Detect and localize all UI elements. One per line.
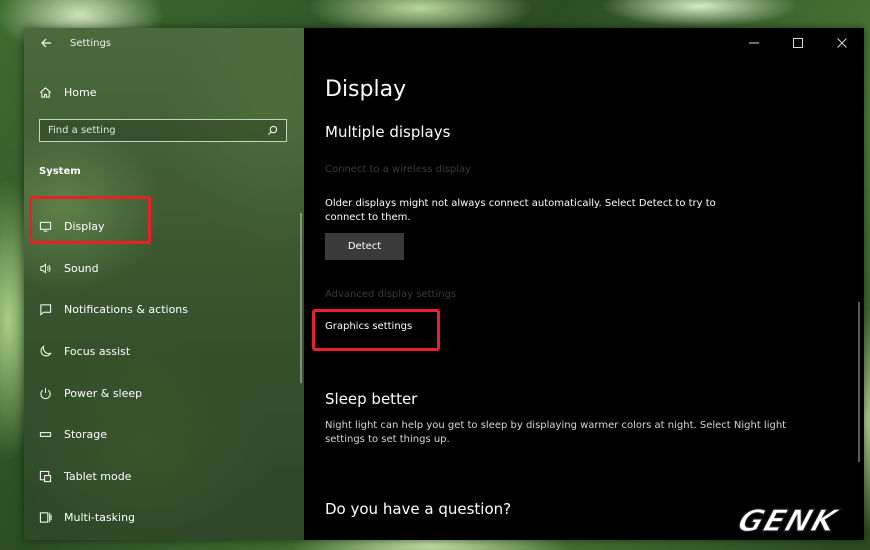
sidebar-item-label: Power & sleep <box>64 386 143 400</box>
tablet-mode-icon <box>36 467 54 485</box>
sidebar-item-label: Display <box>64 220 105 234</box>
maximize-icon <box>793 38 803 48</box>
close-icon <box>837 38 847 48</box>
sidebar-item-label: Notifications & actions <box>64 303 189 317</box>
settings-window: Settings Home System Display <box>24 28 864 540</box>
sidebar-scrollbar[interactable] <box>300 213 302 383</box>
power-icon <box>36 384 54 402</box>
sidebar-item-home[interactable]: Home <box>36 80 286 104</box>
sidebar-item-label: Home <box>64 85 97 99</box>
back-button[interactable] <box>34 31 58 55</box>
sleep-better-heading: Sleep better <box>325 390 418 408</box>
app-title: Settings <box>70 37 112 49</box>
sidebar-item-label: Focus assist <box>64 345 131 359</box>
connect-wireless-display-link[interactable]: Connect to a wireless display <box>325 164 471 175</box>
window-controls <box>732 28 864 58</box>
detect-button[interactable]: Detect <box>325 233 404 260</box>
sidebar-item-notifications[interactable]: Notifications & actions <box>24 289 304 331</box>
minimize-button[interactable] <box>732 28 776 58</box>
sidebar-item-focus-assist[interactable]: Focus assist <box>24 331 304 373</box>
genk-watermark-logo: GENK <box>733 503 844 538</box>
search-icon[interactable] <box>262 125 282 136</box>
watermark-text: GENK <box>733 504 843 538</box>
search-box[interactable] <box>39 119 287 142</box>
storage-icon <box>36 426 54 444</box>
close-button[interactable] <box>820 28 864 58</box>
advanced-display-settings-link[interactable]: Advanced display settings <box>325 289 456 300</box>
sidebar-item-label: Multi-tasking <box>64 511 136 525</box>
search-input[interactable] <box>40 124 250 137</box>
sidebar-item-multitasking[interactable]: Multi-tasking <box>24 497 304 539</box>
multiple-displays-heading: Multiple displays <box>325 123 451 141</box>
section-label: System <box>39 166 81 177</box>
sidebar-item-display[interactable]: Display <box>24 206 304 248</box>
home-icon <box>36 83 54 101</box>
page-title: Display <box>325 77 407 102</box>
minimize-icon <box>749 42 759 44</box>
back-arrow-icon <box>41 38 51 48</box>
main-content: Display Multiple displays Connect to a w… <box>304 28 864 540</box>
maximize-button[interactable] <box>776 28 820 58</box>
monitor-icon <box>36 218 54 236</box>
sidebar-item-sound[interactable]: Sound <box>24 248 304 290</box>
sidebar-item-tablet-mode[interactable]: Tablet mode <box>24 456 304 498</box>
moon-icon <box>36 343 54 361</box>
main-scrollbar[interactable] <box>858 302 860 462</box>
sidebar-item-power-sleep[interactable]: Power & sleep <box>24 372 304 414</box>
graphics-settings-link[interactable]: Graphics settings <box>325 321 412 332</box>
sidebar-nav-list: Display Sound Notifications & actions Fo… <box>24 206 304 539</box>
sidebar-item-storage[interactable]: Storage <box>24 414 304 456</box>
detect-description: Older displays might not always connect … <box>325 198 716 223</box>
multitasking-icon <box>36 509 54 527</box>
sidebar: Settings Home System Display <box>24 28 304 540</box>
question-heading: Do you have a question? <box>325 500 512 518</box>
speaker-icon <box>36 259 54 277</box>
sidebar-item-label: Sound <box>64 261 99 275</box>
sidebar-item-label: Tablet mode <box>64 469 132 483</box>
title-bar: Settings <box>24 28 304 58</box>
sidebar-item-label: Storage <box>64 428 108 442</box>
night-light-description: Night light can help you get to sleep by… <box>325 420 787 445</box>
notification-icon <box>36 301 54 319</box>
